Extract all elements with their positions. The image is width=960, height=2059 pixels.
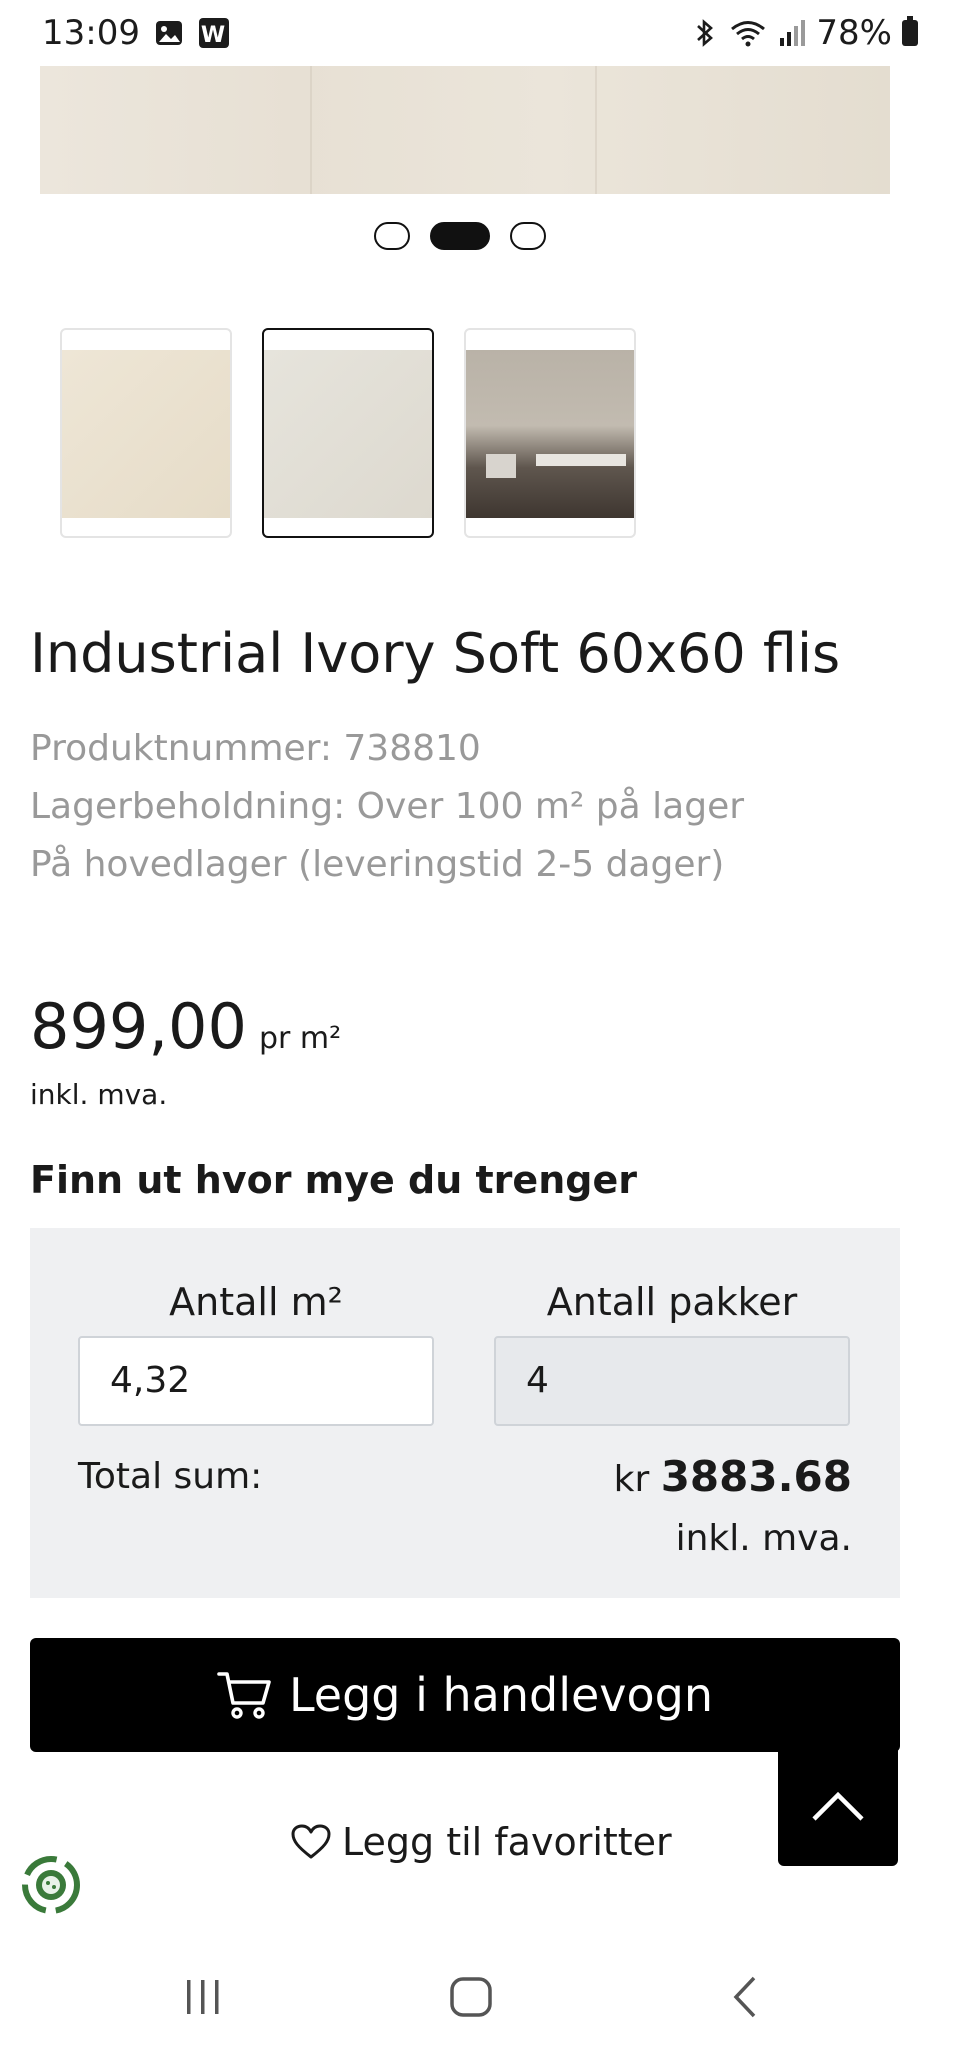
room-furniture xyxy=(536,454,626,466)
chevron-up-icon xyxy=(812,1791,864,1821)
status-right: 78% xyxy=(692,13,918,53)
packages-label: Antall pakker xyxy=(546,1280,798,1324)
recent-apps-icon[interactable] xyxy=(180,1974,226,2020)
product-main-image[interactable] xyxy=(40,66,890,194)
add-to-favorites-button[interactable]: Legg til favoritter xyxy=(290,1820,672,1864)
total-label: Total sum: xyxy=(78,1456,263,1497)
calculator-heading: Finn ut hvor mye du trenger xyxy=(30,1158,637,1202)
signal-icon xyxy=(780,20,806,46)
system-nav-bar xyxy=(0,1950,960,2059)
status-time: 13:09 xyxy=(42,13,140,53)
warehouse-info: På hovedlager (leveringstid 2-5 dager) xyxy=(30,844,725,885)
thumbnail-image xyxy=(62,350,230,518)
carousel-dot-3[interactable] xyxy=(510,222,546,250)
svg-text:W: W xyxy=(201,23,225,48)
thumbnail-strip xyxy=(60,328,636,538)
add-to-favorites-label: Legg til favoritter xyxy=(342,1820,672,1864)
stock-status: Lagerbeholdning: Over 100 m² på lager xyxy=(30,786,745,827)
heart-icon xyxy=(291,1824,331,1859)
price-block: 899,00 pr m² xyxy=(30,990,341,1063)
thumbnail-image xyxy=(264,350,432,518)
thumbnail-image xyxy=(466,350,634,518)
thumbnail-3[interactable] xyxy=(464,328,636,538)
price-vat-note: inkl. mva. xyxy=(30,1078,168,1111)
tile-seam xyxy=(595,66,597,194)
gallery-icon xyxy=(155,21,182,45)
product-number: Produktnummer: 738810 xyxy=(30,728,481,769)
thumbnail-2[interactable] xyxy=(262,328,434,538)
tile-seam xyxy=(310,66,312,194)
total-vat-note: inkl. mva. xyxy=(675,1518,852,1559)
bluetooth-icon xyxy=(697,19,714,47)
carousel-dot-2[interactable] xyxy=(430,222,490,250)
carousel-dots xyxy=(374,222,546,250)
packages-input: 4 xyxy=(494,1336,850,1426)
currency-label: kr xyxy=(613,1459,650,1500)
total-amount: 3883.68 xyxy=(660,1452,852,1501)
battery-percent: 78% xyxy=(816,13,892,53)
battery-icon xyxy=(902,16,918,46)
product-title: Industrial Ivory Soft 60x60 flis xyxy=(30,622,841,685)
back-icon[interactable] xyxy=(724,1974,770,2020)
room-chair xyxy=(486,454,516,478)
eco-recycle-icon[interactable] xyxy=(16,1850,86,1920)
w-app-icon: W xyxy=(198,18,229,48)
add-to-cart-button[interactable]: Legg i handlevogn xyxy=(30,1638,900,1752)
m2-label: Antall m² xyxy=(169,1280,343,1324)
wifi-icon xyxy=(731,21,766,47)
product-meta: Produktnummer: 738810 Lagerbeholdning: O… xyxy=(30,720,744,894)
m2-input[interactable]: 4,32 xyxy=(78,1336,434,1426)
quantity-calculator: Antall m² Antall pakker 4,32 4 Total sum… xyxy=(30,1228,900,1598)
add-to-cart-label: Legg i handlevogn xyxy=(288,1668,714,1722)
status-left: 13:09 W xyxy=(42,13,230,53)
thumbnail-1[interactable] xyxy=(60,328,232,538)
cart-icon xyxy=(217,1672,271,1719)
total-value: kr 3883.68 xyxy=(614,1452,852,1501)
price-unit: pr m² xyxy=(258,1021,342,1056)
price-value: 899,00 xyxy=(30,990,247,1063)
scroll-to-top-button[interactable] xyxy=(778,1748,898,1866)
status-bar: 13:09 W 78% xyxy=(0,0,960,66)
home-icon[interactable] xyxy=(448,1974,494,2020)
product-page: 13:09 W 78% Industrial Ivory Soft 60x60 … xyxy=(0,0,960,2059)
carousel-dot-1[interactable] xyxy=(374,222,410,250)
